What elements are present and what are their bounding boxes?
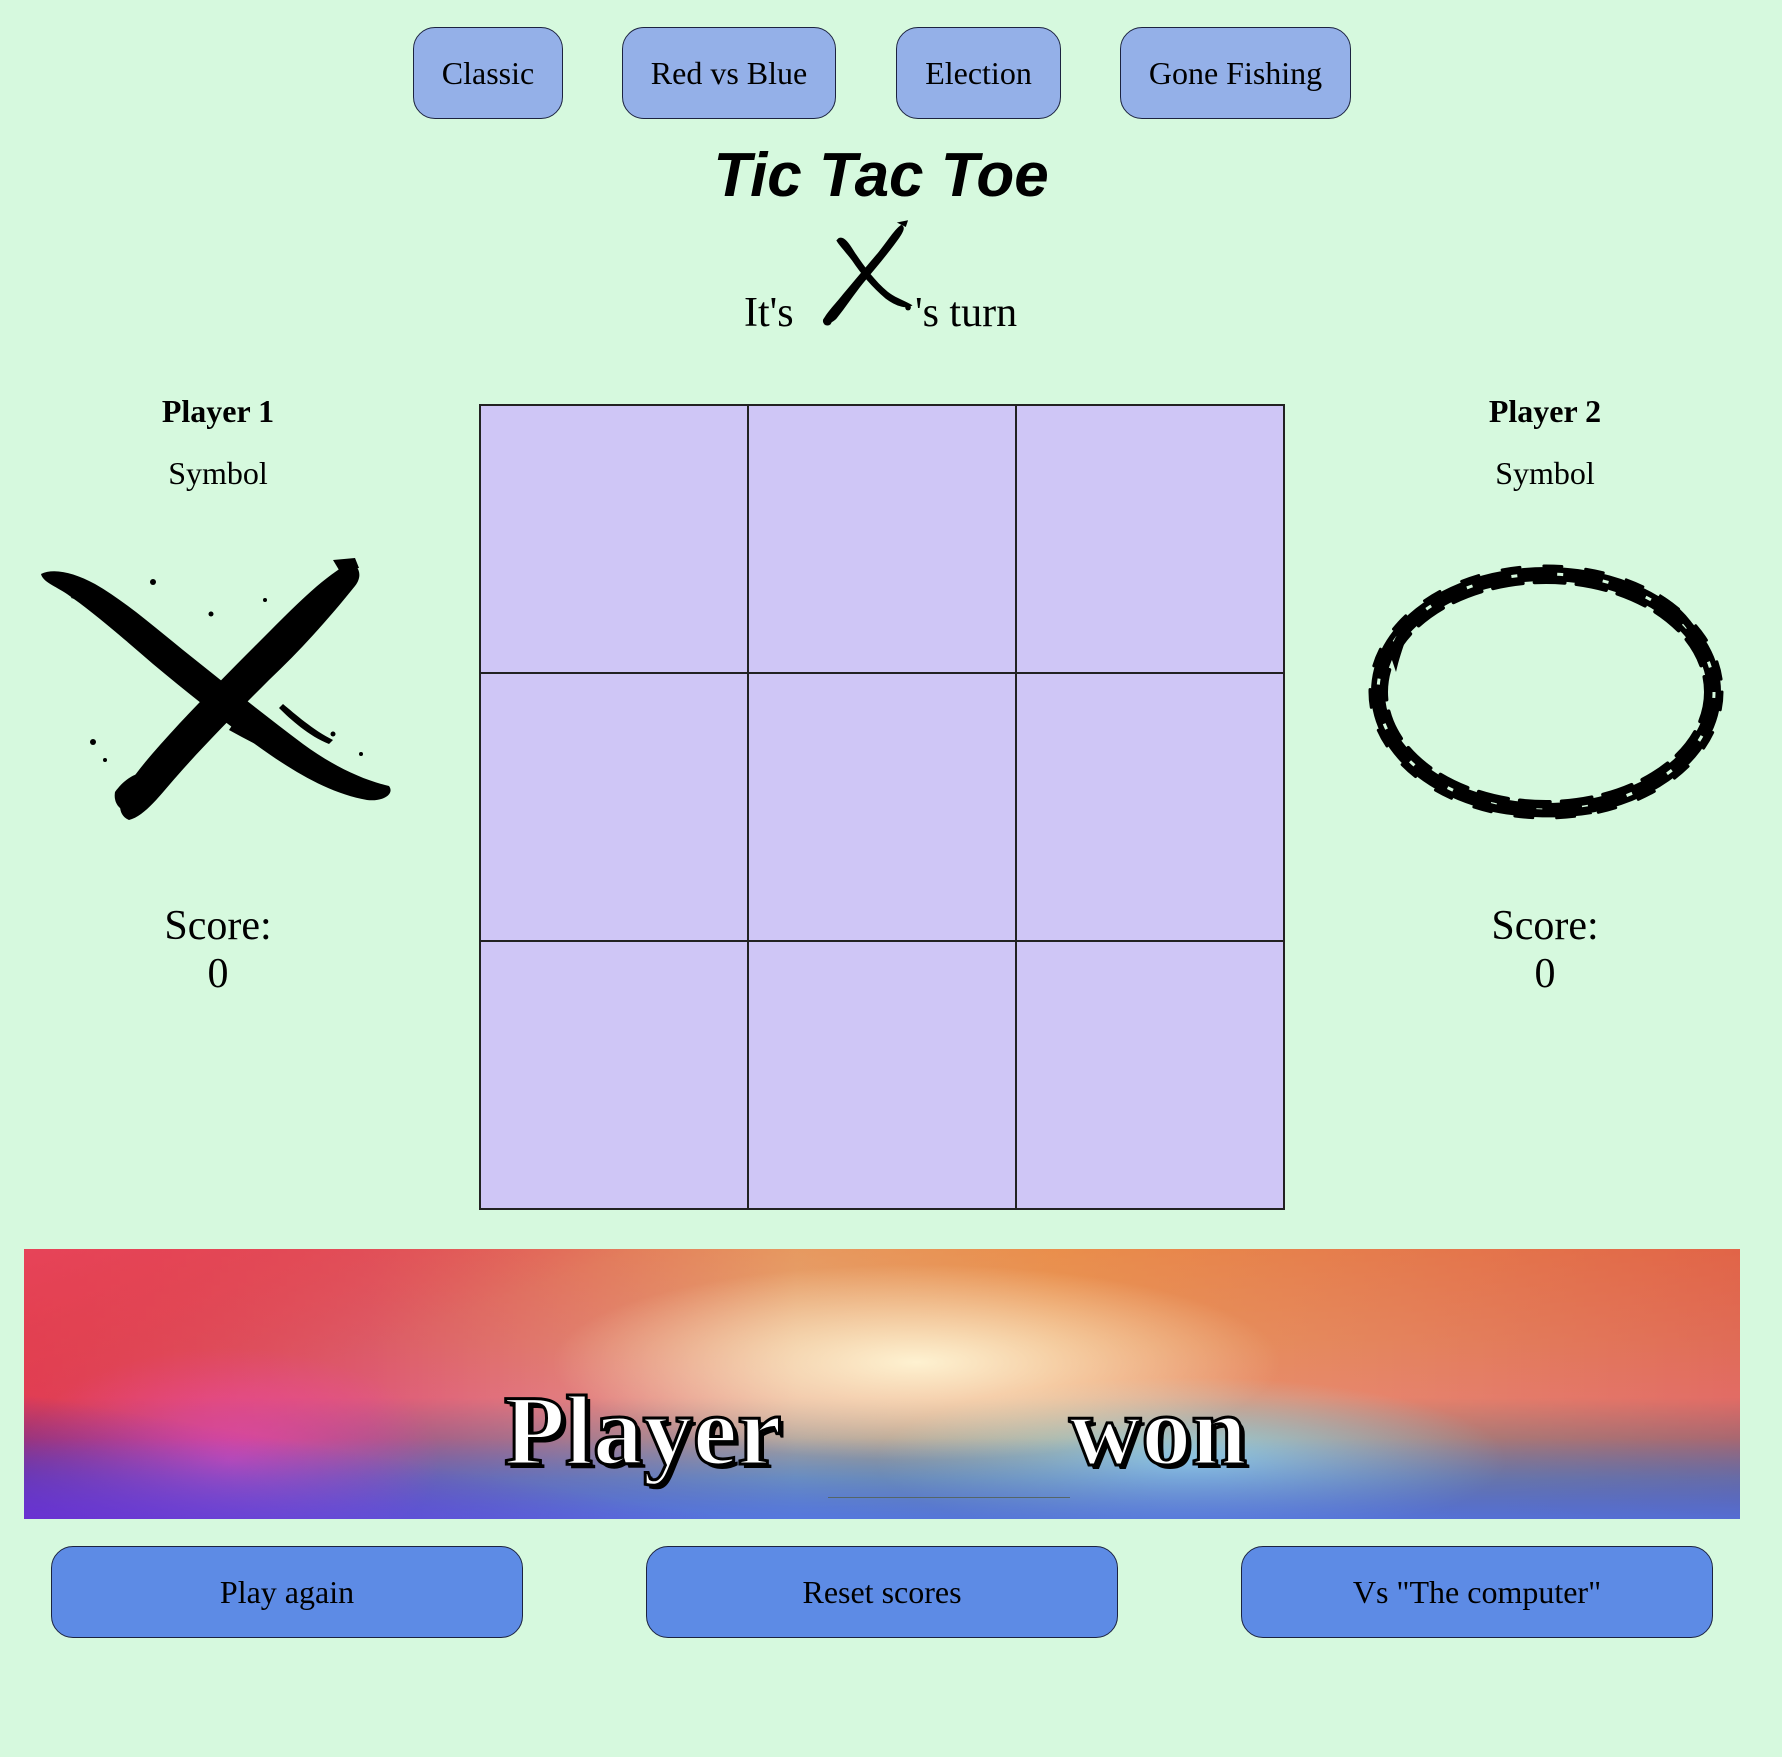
player2-panel: Player 2 Symbol Score: 0: [1345, 388, 1745, 998]
board-cell-1[interactable]: [480, 405, 748, 673]
reset-scores-button[interactable]: Reset scores: [646, 1546, 1118, 1638]
o-brush-icon: [1368, 564, 1724, 820]
theme-election-button[interactable]: Election: [896, 27, 1061, 119]
theme-gone-fishing-button[interactable]: Gone Fishing: [1120, 27, 1351, 119]
board-cell-2[interactable]: [748, 405, 1016, 673]
board-cell-9[interactable]: [1016, 941, 1284, 1209]
player2-name: Player 2: [1488, 393, 1602, 429]
board-cell-6[interactable]: [1016, 673, 1284, 941]
x-brush-icon: [822, 220, 913, 326]
theme-red-vs-blue-button[interactable]: Red vs Blue: [622, 27, 836, 119]
vs-computer-button[interactable]: Vs "The computer": [1241, 1546, 1713, 1638]
player1-score-label: Score:: [164, 903, 272, 949]
player1-score-value: 0: [207, 951, 229, 997]
banner-won-text: won: [1068, 1374, 1249, 1488]
board-cell-7[interactable]: [480, 941, 748, 1209]
turn-suffix-text: 's turn: [915, 290, 1018, 336]
player2-score-value: 0: [1534, 951, 1556, 997]
play-again-button[interactable]: Play again: [51, 1546, 523, 1638]
theme-classic-button[interactable]: Classic: [413, 27, 563, 119]
player2-symbol-label: Symbol: [1495, 455, 1595, 491]
player1-symbol-label: Symbol: [168, 455, 268, 491]
x-brush-icon: [41, 558, 391, 820]
board-cell-3[interactable]: [1016, 405, 1284, 673]
winner-banner: Player won: [24, 1249, 1740, 1519]
board-cell-8[interactable]: [748, 941, 1016, 1209]
banner-player-text: Player: [503, 1374, 784, 1488]
player1-name: Player 1: [161, 393, 275, 429]
board-cell-5[interactable]: [748, 673, 1016, 941]
turn-prefix-text: It's: [744, 290, 794, 336]
player2-score-label: Score:: [1491, 903, 1599, 949]
page-title: Tic Tac Toe: [713, 141, 1049, 210]
board-cell-4[interactable]: [480, 673, 748, 941]
game-board: [479, 404, 1285, 1210]
winner-name-field: [828, 1465, 1070, 1498]
player1-panel: Player 1 Symbol Score: 0: [18, 388, 418, 998]
